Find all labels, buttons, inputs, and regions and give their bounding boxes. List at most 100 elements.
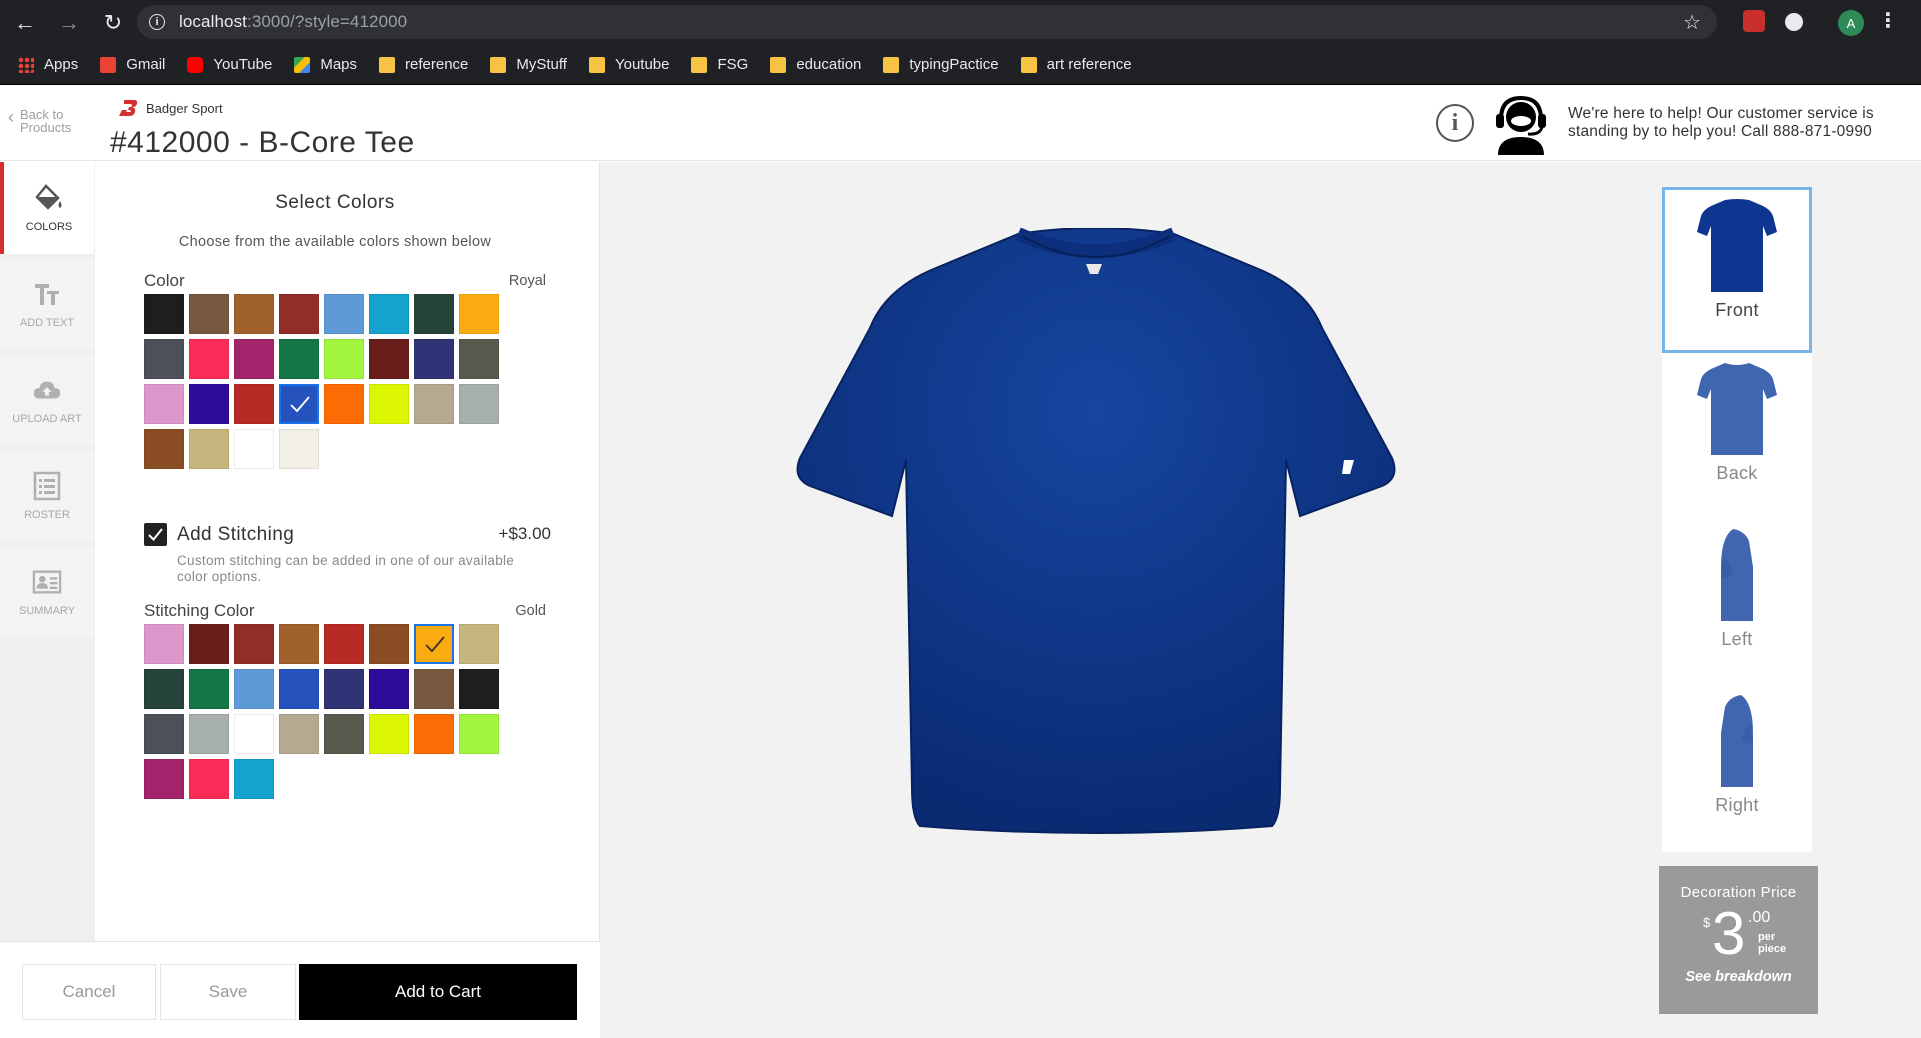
stitch-color-swatch[interactable] (279, 714, 319, 754)
back-to-products-link[interactable]: ‹ Back to Products (8, 108, 71, 134)
color-swatch[interactable] (234, 339, 274, 379)
stitch-color-swatch[interactable] (189, 759, 229, 799)
save-button[interactable]: Save (160, 964, 296, 1020)
bookmark-item[interactable]: Apps (18, 56, 78, 73)
back-arrow-icon[interactable]: ← (6, 4, 44, 42)
color-swatch[interactable] (234, 294, 274, 334)
bookmark-item[interactable]: Maps (294, 56, 357, 73)
color-swatch[interactable] (189, 384, 229, 424)
stitch-color-swatch[interactable] (369, 624, 409, 664)
browser-menu-icon[interactable]: ⋮ (1878, 8, 1898, 33)
right-thumbnail (1721, 695, 1753, 787)
stitch-color-swatch[interactable] (279, 669, 319, 709)
add-to-cart-button[interactable]: Add to Cart (299, 964, 577, 1020)
stitch-color-swatch[interactable] (459, 624, 499, 664)
stitch-color-swatch[interactable] (189, 624, 229, 664)
stitch-color-swatch[interactable] (369, 714, 409, 754)
stitch-color-swatch[interactable] (144, 714, 184, 754)
bookmark-item[interactable]: education (770, 56, 861, 73)
color-swatch[interactable] (324, 294, 364, 334)
bookmark-item[interactable]: typingPactice (883, 56, 999, 73)
color-swatch[interactable] (234, 384, 274, 424)
stitch-color-swatch[interactable] (324, 669, 364, 709)
bookmark-item[interactable]: YouTube (187, 56, 272, 73)
stitch-color-swatch[interactable] (189, 714, 229, 754)
extension-icon[interactable] (1743, 10, 1765, 32)
color-swatch[interactable] (144, 384, 184, 424)
stitch-color-swatch[interactable] (324, 714, 364, 754)
stitch-color-swatch[interactable] (414, 714, 454, 754)
color-swatch[interactable] (324, 384, 364, 424)
color-swatch[interactable] (189, 294, 229, 334)
stitch-color-swatch[interactable] (459, 669, 499, 709)
color-swatch[interactable] (189, 339, 229, 379)
color-swatch[interactable] (144, 294, 184, 334)
color-swatch[interactable] (414, 294, 454, 334)
color-swatch[interactable] (369, 339, 409, 379)
stitch-color-swatch[interactable] (144, 624, 184, 664)
color-swatch[interactable] (414, 384, 454, 424)
color-swatch[interactable] (369, 384, 409, 424)
forward-arrow-icon[interactable]: → (50, 4, 88, 42)
address-url[interactable]: localhost:3000/?style=412000 (179, 12, 407, 32)
shirt-front-image[interactable] (786, 228, 1406, 968)
color-swatch[interactable] (459, 384, 499, 424)
stitch-color-swatch[interactable] (414, 669, 454, 709)
stitching-checkbox[interactable] (144, 523, 167, 546)
view-right[interactable]: Right (1662, 685, 1812, 851)
color-swatch[interactable] (459, 294, 499, 334)
bookmark-item[interactable]: Youtube (588, 56, 669, 73)
color-swatch[interactable] (279, 429, 319, 469)
color-swatch[interactable] (279, 339, 319, 379)
stitching-label[interactable]: Add Stitching (177, 524, 294, 546)
rail-add-text[interactable]: ADD TEXT (0, 258, 94, 350)
bookmark-item[interactable]: reference (379, 56, 468, 73)
site-info-icon[interactable]: i (149, 14, 165, 30)
price-amount: $ 3 .00 per piece (1659, 901, 1818, 967)
stitch-color-swatch[interactable] (414, 624, 454, 664)
address-bar[interactable]: i localhost:3000/?style=412000 ☆ (137, 5, 1717, 39)
color-swatch[interactable] (144, 429, 184, 469)
view-left[interactable]: Left (1662, 519, 1812, 685)
folder-icon (691, 56, 708, 73)
color-swatch[interactable] (189, 429, 229, 469)
profile-avatar[interactable]: A (1838, 10, 1864, 36)
color-swatch[interactable] (234, 429, 274, 469)
cancel-button[interactable]: Cancel (22, 964, 156, 1020)
stitch-color-swatch[interactable] (234, 624, 274, 664)
bookmark-item[interactable]: MyStuff (490, 56, 567, 73)
see-breakdown-link[interactable]: See breakdown (1659, 969, 1818, 985)
rail-label: COLORS (25, 221, 73, 233)
view-back[interactable]: Back (1662, 353, 1812, 519)
rail-upload-art[interactable]: UPLOAD ART (0, 354, 94, 446)
bookmark-item[interactable]: Gmail (100, 56, 165, 73)
reload-icon[interactable]: ↻ (94, 4, 132, 42)
view-label: Left (1721, 629, 1753, 649)
color-swatch[interactable] (279, 294, 319, 334)
color-swatch[interactable] (144, 339, 184, 379)
stitch-color-swatch[interactable] (279, 624, 319, 664)
extension-icon[interactable] (1785, 13, 1803, 31)
stitch-color-swatch[interactable] (144, 759, 184, 799)
color-swatch[interactable] (459, 339, 499, 379)
view-front[interactable]: Front (1662, 187, 1812, 353)
bookmark-star-icon[interactable]: ☆ (1683, 10, 1701, 35)
stitch-color-swatch[interactable] (144, 669, 184, 709)
bookmark-item[interactable]: FSG (691, 56, 748, 73)
stitch-color-swatch[interactable] (234, 669, 274, 709)
stitch-color-swatch[interactable] (234, 759, 274, 799)
stitch-color-swatch[interactable] (234, 714, 274, 754)
info-icon[interactable]: i (1436, 104, 1474, 142)
stitch-color-swatch[interactable] (459, 714, 499, 754)
rail-roster[interactable]: ROSTER (0, 450, 94, 542)
color-swatch[interactable] (414, 339, 454, 379)
color-swatch[interactable] (369, 294, 409, 334)
color-swatch[interactable] (279, 384, 319, 424)
stitch-color-swatch[interactable] (189, 669, 229, 709)
rail-colors[interactable]: COLORS (0, 162, 94, 254)
stitch-color-swatch[interactable] (324, 624, 364, 664)
bookmark-item[interactable]: art reference (1020, 56, 1132, 73)
stitch-color-swatch[interactable] (369, 669, 409, 709)
rail-summary[interactable]: SUMMARY (0, 546, 94, 638)
color-swatch[interactable] (324, 339, 364, 379)
